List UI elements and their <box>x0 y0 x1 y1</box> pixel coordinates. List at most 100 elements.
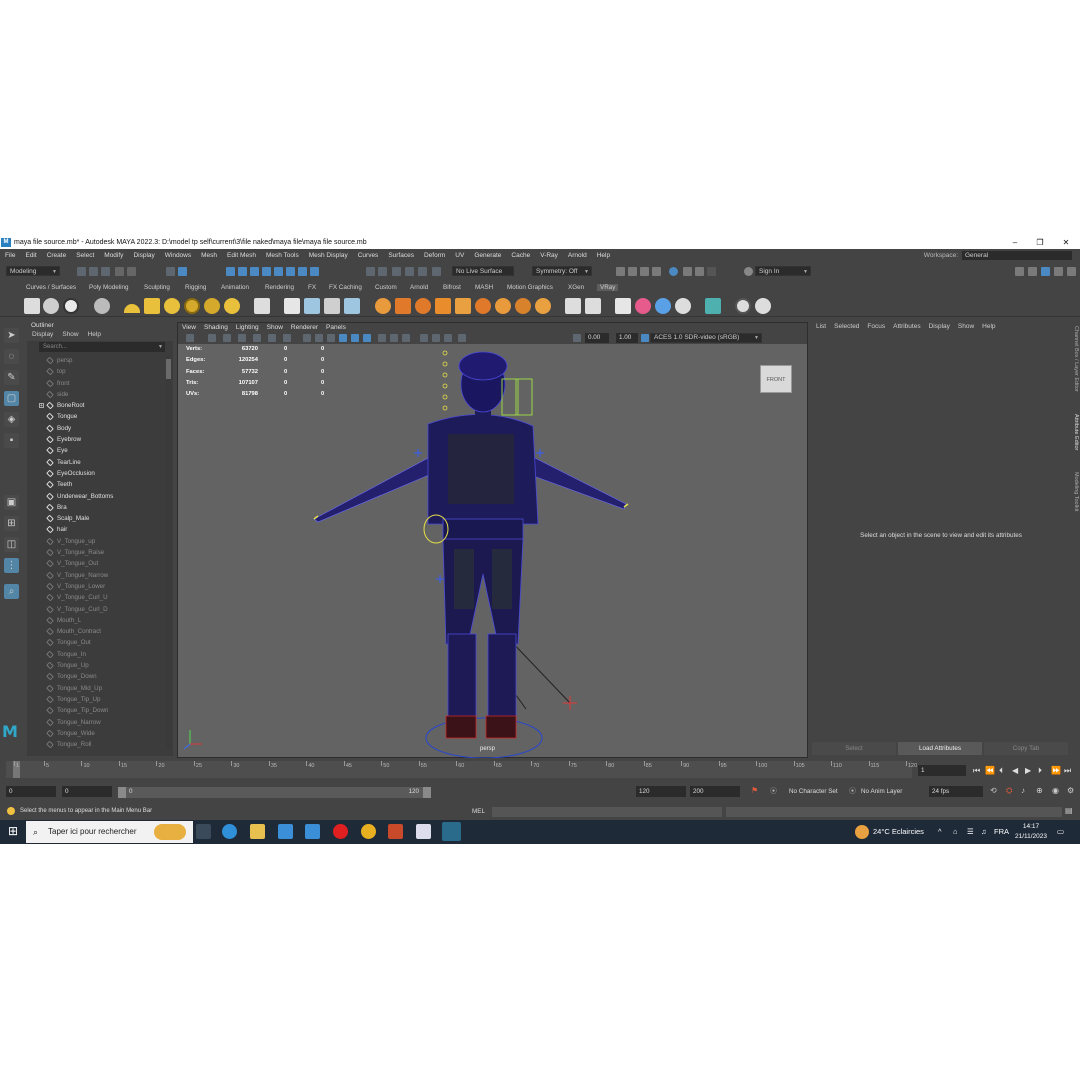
notification-icon[interactable]: ▭ <box>1057 820 1064 844</box>
animation-end-field[interactable]: 200 <box>690 786 740 797</box>
undo-icon[interactable] <box>115 267 124 276</box>
menu-mesh-display[interactable]: Mesh Display <box>304 252 353 259</box>
outliner-item[interactable]: Mouth_L <box>27 615 165 626</box>
antialiasing-icon[interactable] <box>444 334 452 342</box>
outliner-menu-display[interactable]: Display <box>32 331 53 341</box>
minimize-icon[interactable]: – <box>1004 236 1026 249</box>
animation-prefs-icon[interactable]: ◉ <box>1052 786 1059 795</box>
snap-icon[interactable] <box>298 267 307 276</box>
rotate-tool-icon[interactable]: ◈ <box>4 412 19 427</box>
playback-start-field[interactable]: 0 <box>62 786 112 797</box>
restore-icon[interactable]: ❐ <box>1029 236 1051 249</box>
character-set-icon[interactable]: ⦿ <box>770 786 777 796</box>
mel-command-input[interactable] <box>492 807 722 817</box>
lights-icon[interactable] <box>351 334 359 342</box>
outliner-item[interactable]: V_Tongue_Narrow <box>27 570 165 581</box>
menu-set-dropdown[interactable]: Modeling ▼ <box>6 266 60 276</box>
file-explorer-icon[interactable] <box>250 824 265 839</box>
playback-speed-icon[interactable]: ⊕ <box>1036 786 1043 795</box>
outliner-item[interactable]: front <box>27 378 165 389</box>
shelf-tab-animation[interactable]: Animation <box>221 284 249 291</box>
outliner-item[interactable]: Tongue_Wide <box>27 728 165 739</box>
shelf-tab-poly-modeling[interactable]: Poly Modeling <box>89 284 129 291</box>
vray-logo-icon[interactable] <box>755 298 771 314</box>
dome-light-icon[interactable] <box>124 304 140 313</box>
input-ops-icon[interactable] <box>378 267 387 276</box>
xray-joints-icon[interactable] <box>402 334 410 342</box>
menu-uv[interactable]: UV <box>450 252 469 259</box>
two-view-icon[interactable]: ◫ <box>4 537 19 552</box>
open-scene-icon[interactable] <box>89 267 98 276</box>
mesh-light-icon[interactable] <box>184 298 200 314</box>
snap-point-icon[interactable] <box>250 267 259 276</box>
outliner-item[interactable]: Tongue_Tip_Up <box>27 694 165 705</box>
outliner-menu-show[interactable]: Show <box>62 331 78 341</box>
animation-start-field[interactable]: 0 <box>6 786 56 797</box>
smooth-shade-icon[interactable] <box>315 334 323 342</box>
wifi-icon[interactable]: ☰ <box>967 820 974 844</box>
color-management-icon[interactable] <box>641 334 649 342</box>
gamma-field[interactable]: 1.00 <box>616 333 638 343</box>
viewport-menu-renderer[interactable]: Renderer <box>287 323 322 333</box>
vray-render-icon[interactable] <box>683 267 692 276</box>
vray-scene-icon[interactable] <box>344 298 360 314</box>
four-view-icon[interactable]: ⊞ <box>4 516 19 531</box>
outliner-item[interactable]: side <box>27 389 165 400</box>
outliner-item[interactable]: V_Tongue_Lower <box>27 581 165 592</box>
vray-grid-icon[interactable] <box>455 298 471 314</box>
lasso-tool-icon[interactable]: ◌ <box>4 349 19 364</box>
script-editor-icon[interactable]: ▤ <box>1065 806 1073 815</box>
menu-deform[interactable]: Deform <box>419 252 450 259</box>
viewport-menu-shading[interactable]: Shading <box>200 323 232 333</box>
shelf-tab-rendering[interactable]: Rendering <box>265 284 294 291</box>
outliner-item[interactable]: EyeOcclusion <box>27 468 165 479</box>
task-view-icon[interactable] <box>196 824 211 839</box>
outliner-item[interactable]: Tongue_Narrow <box>27 717 165 728</box>
attr-menu-help[interactable]: Help <box>978 322 999 332</box>
resolution-gate-icon[interactable] <box>283 334 291 342</box>
fps-dropdown[interactable]: 24 fps <box>929 786 983 797</box>
outliner-item[interactable]: Bra <box>27 502 165 513</box>
load-attributes-button[interactable]: Load Attributes <box>898 742 982 755</box>
layout-icon[interactable] <box>1028 267 1037 276</box>
menu-help[interactable]: Help <box>592 252 615 259</box>
outliner-item[interactable]: Teeth <box>27 479 165 490</box>
step-back-key-icon[interactable]: ⏪ <box>985 766 995 775</box>
outliner-item[interactable]: V_Tongue_Raise <box>27 547 165 558</box>
menu-display[interactable]: Display <box>128 252 159 259</box>
outliner-item[interactable]: TearLine <box>27 457 165 468</box>
ies-light-icon[interactable] <box>204 298 220 314</box>
attr-menu-attributes[interactable]: Attributes <box>889 322 924 332</box>
shelf-tab-curves-surfaces[interactable]: Curves / Surfaces <box>26 284 76 291</box>
tool-settings-icon[interactable] <box>1054 267 1063 276</box>
vray-ipr-icon[interactable] <box>43 298 59 314</box>
render-current-icon[interactable] <box>628 267 637 276</box>
sun-light-icon[interactable] <box>224 298 240 314</box>
sphere-light-icon[interactable] <box>164 298 180 314</box>
menu-modify[interactable]: Modify <box>99 252 128 259</box>
snap-icon[interactable] <box>310 267 319 276</box>
range-start-handle[interactable] <box>118 787 126 798</box>
vray-vision-icon[interactable] <box>705 298 721 314</box>
select-hierarchy-icon[interactable] <box>166 267 175 276</box>
outliner-item[interactable]: Tongue_Out <box>27 637 165 648</box>
search-icon[interactable]: ⌕ <box>4 584 19 599</box>
outliner-item[interactable]: Tongue_Mid_Up <box>27 683 165 694</box>
scale-tool-icon[interactable]: ▪ <box>4 433 19 448</box>
snap-view-icon[interactable] <box>262 267 271 276</box>
shelf-tab-arnold[interactable]: Arnold <box>410 284 428 291</box>
outliner-item[interactable]: V_Tongue_Curl_U <box>27 592 165 603</box>
menu-windows[interactable]: Windows <box>160 252 196 259</box>
outliner-item[interactable]: Body <box>27 423 165 434</box>
tray-overflow-icon[interactable]: ^ <box>938 820 942 844</box>
scene-view[interactable] <box>178 344 807 758</box>
shelf-tab-motion-graphics[interactable]: Motion Graphics <box>507 284 553 291</box>
maya-taskbar-icon[interactable] <box>442 822 461 841</box>
exposure-field[interactable]: 0.00 <box>585 333 609 343</box>
wireframe-on-shaded-icon[interactable] <box>327 334 335 342</box>
shelf-tab-vray[interactable]: VRay <box>597 284 619 291</box>
menu-curves[interactable]: Curves <box>353 252 384 259</box>
attr-menu-focus[interactable]: Focus <box>863 322 889 332</box>
outliner-item[interactable]: Tongue_Roll <box>27 739 165 749</box>
shelf-tab-rigging[interactable]: Rigging <box>185 284 206 291</box>
